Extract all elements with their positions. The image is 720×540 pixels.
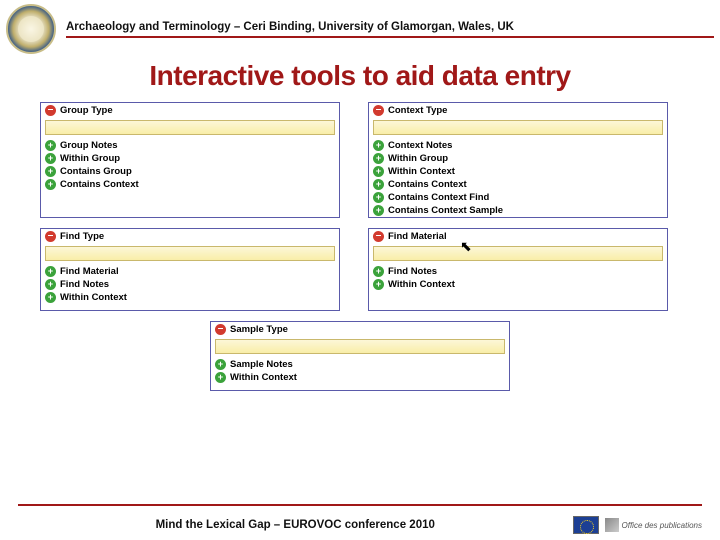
panel-group: Group Type Group Notes Within Group Cont… <box>40 102 340 218</box>
item-label: Within Context <box>388 279 455 290</box>
panel-find-material-header[interactable]: Find Material <box>369 229 667 244</box>
expand-icon[interactable] <box>45 179 56 190</box>
item-label: Contains Group <box>60 166 132 177</box>
university-logo <box>6 4 56 54</box>
item-label: Sample Notes <box>230 359 293 370</box>
context-item[interactable]: Contains Context Sample <box>369 204 667 217</box>
publisher-logo: Office des publications <box>605 518 703 532</box>
find-item[interactable]: Within Context <box>41 291 339 304</box>
group-item[interactable]: Group Notes <box>41 139 339 152</box>
expand-icon[interactable] <box>45 279 56 290</box>
expand-icon[interactable] <box>373 266 384 277</box>
item-label: Contains Context <box>60 179 139 190</box>
collapse-icon[interactable] <box>373 105 384 116</box>
header-subtitle: Archaeology and Terminology – Ceri Bindi… <box>66 21 714 38</box>
collapse-icon[interactable] <box>45 231 56 242</box>
publisher-mark-icon <box>605 518 619 532</box>
find-item[interactable]: Find Notes <box>41 278 339 291</box>
group-item[interactable]: Contains Group <box>41 165 339 178</box>
group-item[interactable]: Within Group <box>41 152 339 165</box>
panel-find-header[interactable]: Find Type <box>41 229 339 244</box>
panel-find-material: Find Material Find Notes Within Context <box>368 228 668 311</box>
collapse-icon[interactable] <box>373 231 384 242</box>
expand-icon[interactable] <box>373 153 384 164</box>
findmat-item[interactable]: Find Notes <box>369 265 667 278</box>
item-label: Find Notes <box>60 279 109 290</box>
item-label: Context Notes <box>388 140 452 151</box>
publisher-label: Office des publications <box>622 521 703 530</box>
panel-context: Context Type Context Notes Within Group … <box>368 102 668 218</box>
panel-find-material-title: Find Material <box>388 231 447 242</box>
item-label: Contains Context <box>388 179 467 190</box>
item-label: Find Notes <box>388 266 437 277</box>
panel-context-header[interactable]: Context Type <box>369 103 667 118</box>
expand-icon[interactable] <box>373 279 384 290</box>
panel-group-header[interactable]: Group Type <box>41 103 339 118</box>
expand-icon[interactable] <box>373 192 384 203</box>
item-label: Find Material <box>60 266 119 277</box>
sample-item[interactable]: Within Context <box>211 371 509 384</box>
footer-logos: Office des publications <box>573 516 703 534</box>
expand-icon[interactable] <box>373 205 384 216</box>
item-label: Within Group <box>60 153 120 164</box>
find-type-input[interactable] <box>45 246 335 261</box>
context-item[interactable]: Contains Context Find <box>369 191 667 204</box>
panel-group-title: Group Type <box>60 105 113 116</box>
item-label: Contains Context Sample <box>388 205 503 216</box>
expand-icon[interactable] <box>45 266 56 277</box>
panel-find: Find Type Find Material Find Notes Withi… <box>40 228 340 311</box>
find-item[interactable]: Find Material <box>41 265 339 278</box>
panel-context-title: Context Type <box>388 105 447 116</box>
group-type-input[interactable] <box>45 120 335 135</box>
panel-sample: Sample Type Sample Notes Within Context <box>210 321 510 391</box>
expand-icon[interactable] <box>45 140 56 151</box>
expand-icon[interactable] <box>45 153 56 164</box>
slide-title: Interactive tools to aid data entry <box>0 60 720 92</box>
expand-icon[interactable] <box>45 166 56 177</box>
footer-text: Mind the Lexical Gap – EUROVOC conferenc… <box>18 519 573 531</box>
eu-flag-icon <box>573 516 599 534</box>
sample-type-input[interactable] <box>215 339 505 354</box>
footer-divider <box>18 504 702 506</box>
mouse-cursor-icon: ⬉ <box>460 238 472 255</box>
findmat-item[interactable]: Within Context <box>369 278 667 291</box>
expand-icon[interactable] <box>215 359 226 370</box>
context-item[interactable]: Within Context <box>369 165 667 178</box>
item-label: Within Context <box>388 166 455 177</box>
panel-sample-header[interactable]: Sample Type <box>211 322 509 337</box>
collapse-icon[interactable] <box>215 324 226 335</box>
expand-icon[interactable] <box>45 292 56 303</box>
collapse-icon[interactable] <box>45 105 56 116</box>
item-label: Within Context <box>230 372 297 383</box>
item-label: Within Group <box>388 153 448 164</box>
context-item[interactable]: Context Notes <box>369 139 667 152</box>
context-item[interactable]: Contains Context <box>369 178 667 191</box>
panel-sample-title: Sample Type <box>230 324 288 335</box>
expand-icon[interactable] <box>215 372 226 383</box>
slide-footer: Mind the Lexical Gap – EUROVOC conferenc… <box>0 516 720 534</box>
slide-header: Archaeology and Terminology – Ceri Bindi… <box>0 0 720 54</box>
expand-icon[interactable] <box>373 166 384 177</box>
expand-icon[interactable] <box>373 179 384 190</box>
sample-item[interactable]: Sample Notes <box>211 358 509 371</box>
context-type-input[interactable] <box>373 120 663 135</box>
expand-icon[interactable] <box>373 140 384 151</box>
group-item[interactable]: Contains Context <box>41 178 339 191</box>
item-label: Within Context <box>60 292 127 303</box>
item-label: Group Notes <box>60 140 118 151</box>
panel-find-title: Find Type <box>60 231 104 242</box>
panels-area: Group Type Group Notes Within Group Cont… <box>0 102 720 391</box>
context-item[interactable]: Within Group <box>369 152 667 165</box>
item-label: Contains Context Find <box>388 192 489 203</box>
find-material-input[interactable] <box>373 246 663 261</box>
